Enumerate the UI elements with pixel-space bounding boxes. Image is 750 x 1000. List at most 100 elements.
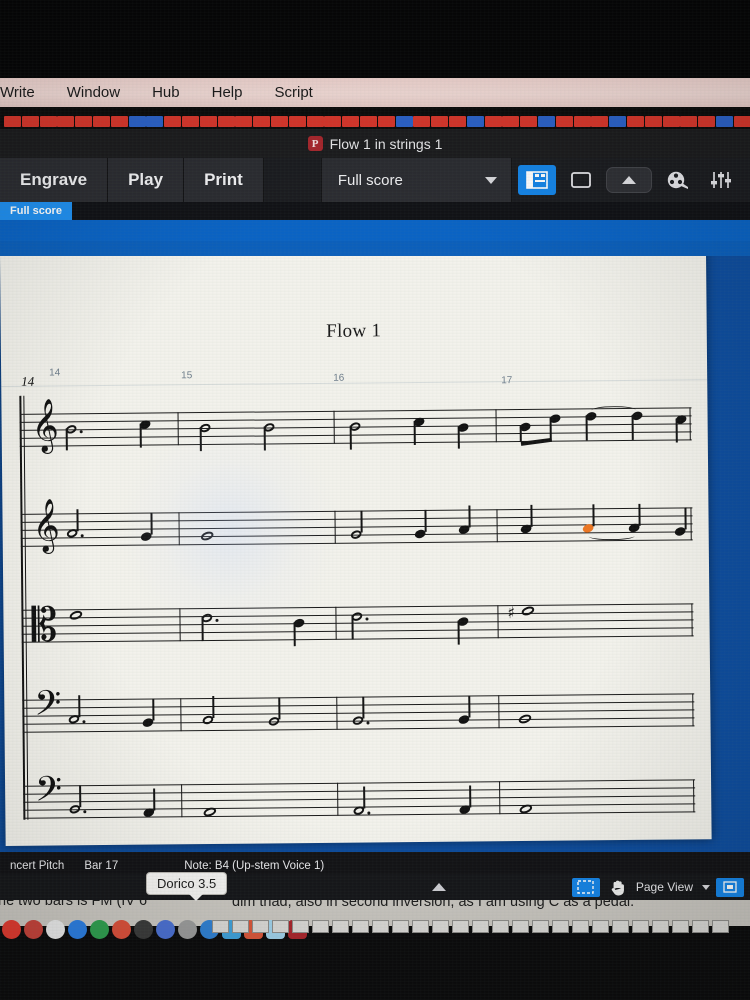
dock-window-thumb[interactable] — [232, 920, 249, 933]
toolbar-chip[interactable] — [128, 116, 146, 127]
tab-print[interactable]: Print — [184, 158, 264, 202]
toolbar-chip[interactable] — [395, 116, 413, 127]
toolbar-chip[interactable] — [217, 116, 235, 127]
toolbar-chip[interactable] — [288, 116, 306, 127]
dock-window-thumb[interactable] — [592, 920, 609, 933]
dock-app-icon[interactable] — [156, 919, 175, 939]
staff-violin-1[interactable]: 𝄞 — [19, 397, 692, 452]
menu-item-write[interactable]: Write — [0, 84, 51, 101]
dock-window-thumb[interactable] — [272, 920, 289, 933]
toolbar-chip[interactable] — [698, 116, 716, 127]
toolbar-chip[interactable] — [93, 116, 110, 127]
dock-window-thumb[interactable] — [652, 920, 669, 933]
toolbar-chip[interactable] — [502, 116, 520, 127]
toolbar-chip[interactable] — [199, 116, 217, 127]
toolbar-chip[interactable] — [538, 116, 555, 127]
dock-window-thumb[interactable] — [692, 920, 709, 933]
menu-item-script[interactable]: Script — [258, 84, 328, 101]
sharp-accidental-icon[interactable]: ♯ — [507, 603, 515, 622]
toolbar-chip[interactable] — [21, 116, 39, 127]
dock-window-thumb[interactable] — [212, 920, 229, 933]
toolbar-chip[interactable] — [555, 116, 573, 127]
score-canvas[interactable]: Flow 1 14 15 16 17 14 𝄞 𝄞 𝄡 ♯ 𝄢 𝄢 — [0, 256, 750, 852]
dock-app-icon[interactable] — [178, 919, 197, 939]
view-mode-select[interactable]: Page View — [636, 880, 710, 894]
toolbar-chip[interactable] — [449, 116, 466, 127]
hand-tool-icon[interactable] — [604, 878, 632, 897]
toolbar-chip[interactable] — [110, 116, 128, 127]
dock-app-icon[interactable] — [24, 919, 43, 939]
dock-window-thumb[interactable] — [452, 920, 469, 933]
dock-window-thumb[interactable] — [632, 920, 649, 933]
toolbar-chip[interactable] — [164, 116, 182, 127]
dock-window-thumb[interactable] — [612, 920, 629, 933]
detach-window-icon[interactable] — [746, 165, 750, 195]
toolbar-chip[interactable] — [235, 116, 253, 127]
tab-play[interactable]: Play — [108, 158, 185, 202]
dock-app-icon[interactable] — [90, 919, 109, 939]
toolbar-chip[interactable] — [271, 116, 288, 127]
dock-window-thumb[interactable] — [472, 920, 489, 933]
toolbar-chip[interactable] — [484, 116, 502, 127]
toolbar-chip[interactable] — [591, 116, 609, 127]
dock-window-thumb[interactable] — [372, 920, 389, 933]
staff-violin-2[interactable]: 𝄞 — [20, 497, 693, 552]
dock-app-icon[interactable] — [68, 919, 87, 939]
menu-item-help[interactable]: Help — [196, 84, 259, 101]
toolbar-chip[interactable] — [182, 116, 199, 127]
dock-window-thumb[interactable] — [712, 920, 729, 933]
dock-window-thumb[interactable] — [432, 920, 449, 933]
toolbar-chip[interactable] — [39, 116, 57, 127]
toolbar-chip[interactable] — [609, 116, 627, 127]
panel-toggle-chevron-up-icon[interactable] — [431, 883, 446, 891]
toolbar-chip[interactable] — [146, 116, 164, 127]
tab-engrave[interactable]: Engrave — [0, 158, 109, 202]
dock-window-thumb[interactable] — [392, 920, 409, 933]
toolbar-chip[interactable] — [573, 116, 591, 127]
toolbar-chip[interactable] — [342, 116, 360, 127]
menu-item-hub[interactable]: Hub — [136, 84, 196, 101]
menu-item-window[interactable]: Window — [51, 84, 136, 101]
status-concert-pitch[interactable]: ncert Pitch — [0, 860, 74, 872]
toolbar-chip[interactable] — [360, 116, 377, 127]
toolbar-chip[interactable] — [57, 116, 75, 127]
score-page[interactable]: Flow 1 14 15 16 17 14 𝄞 𝄞 𝄡 ♯ 𝄢 𝄢 — [0, 256, 712, 846]
staff-viola[interactable]: 𝄡 ♯ — [21, 597, 694, 652]
dock-window-thumb[interactable] — [352, 920, 369, 933]
dock-app-icon[interactable] — [134, 919, 153, 939]
music-system[interactable]: 14 𝄞 𝄞 𝄡 ♯ 𝄢 𝄢 — [19, 374, 696, 829]
dock-window-thumb[interactable] — [332, 920, 349, 933]
dock-app-icon[interactable] — [112, 919, 131, 939]
toolbar-chip[interactable] — [520, 116, 538, 127]
dock-window-thumb[interactable] — [572, 920, 589, 933]
dock-window-thumb[interactable] — [252, 920, 269, 933]
toolbar-chip[interactable] — [377, 116, 395, 127]
toolbar-chip[interactable] — [4, 116, 21, 127]
toolbar-chip[interactable] — [716, 116, 733, 127]
mixer-sliders-icon[interactable] — [702, 165, 740, 195]
toolbar-chip[interactable] — [627, 116, 644, 127]
dock-window-thumb[interactable] — [552, 920, 569, 933]
full-screen-icon[interactable] — [562, 165, 600, 195]
dock-window-thumb[interactable] — [312, 920, 329, 933]
toolbar-chip[interactable] — [466, 116, 484, 127]
chevron-up-icon[interactable] — [605, 167, 652, 193]
dock-window-thumb[interactable] — [532, 920, 549, 933]
panel-layout-icon[interactable] — [517, 165, 556, 195]
marquee-select-icon[interactable] — [571, 877, 600, 897]
dock-window-thumb[interactable] — [672, 920, 689, 933]
toolbar-chip[interactable] — [413, 116, 431, 127]
dock-app-icon[interactable] — [2, 919, 21, 939]
staff-cello[interactable]: 𝄢 — [22, 682, 695, 733]
toolbar-chip[interactable] — [306, 116, 324, 127]
os-dock-windows[interactable] — [212, 920, 729, 933]
toolbar-chip[interactable] — [680, 116, 698, 127]
video-reel-icon[interactable] — [658, 165, 696, 195]
layout-tab-full-score[interactable]: Full score — [0, 202, 72, 220]
toolbar-chip[interactable] — [253, 116, 271, 127]
dock-window-thumb[interactable] — [492, 920, 509, 933]
toolbar-chip[interactable] — [644, 116, 662, 127]
toolbar-chip[interactable] — [431, 116, 449, 127]
zoom-fit-icon[interactable] — [716, 877, 744, 897]
dock-window-thumb[interactable] — [292, 920, 309, 933]
